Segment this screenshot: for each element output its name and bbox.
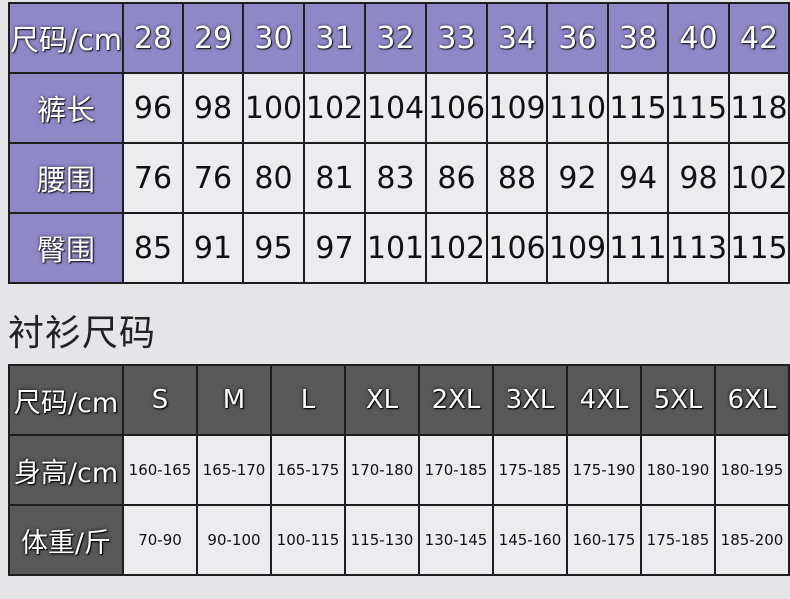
shirt-size-header: 2XL xyxy=(418,364,494,436)
shirt-size-header: XL xyxy=(344,364,420,436)
table-cell: 104 xyxy=(364,72,427,144)
table-cell: 165-175 xyxy=(270,434,346,506)
table-cell: 109 xyxy=(486,72,548,144)
pants-size-table: 尺码/cm 28 29 30 31 32 33 34 36 38 40 42 裤… xyxy=(8,2,790,284)
shirt-size-header: 5XL xyxy=(640,364,716,436)
table-cell: 98 xyxy=(182,72,244,144)
row-label-weight: 体重/斤 xyxy=(8,504,124,576)
table-cell: 145-160 xyxy=(492,504,568,576)
pants-row-length: 裤长 96 98 100 102 104 106 109 110 115 115… xyxy=(8,72,790,144)
table-cell: 109 xyxy=(546,212,609,284)
shirt-size-header: S xyxy=(122,364,198,436)
shirt-size-table: 尺码/cm S M L XL 2XL 3XL 4XL 5XL 6XL 身高/cm… xyxy=(8,364,790,576)
shirt-header-row: 尺码/cm S M L XL 2XL 3XL 4XL 5XL 6XL xyxy=(8,364,790,436)
table-cell: 102 xyxy=(728,142,790,214)
table-cell: 115 xyxy=(667,72,730,144)
table-cell: 115-130 xyxy=(344,504,420,576)
table-cell: 106 xyxy=(425,72,488,144)
pants-size-header: 29 xyxy=(182,2,244,74)
table-cell: 113 xyxy=(667,212,730,284)
table-cell: 118 xyxy=(728,72,790,144)
table-cell: 85 xyxy=(122,212,184,284)
table-cell: 91 xyxy=(182,212,244,284)
pants-header-row: 尺码/cm 28 29 30 31 32 33 34 36 38 40 42 xyxy=(8,2,790,74)
table-cell: 100 xyxy=(242,72,305,144)
table-cell: 76 xyxy=(182,142,244,214)
table-cell: 170-180 xyxy=(344,434,420,506)
table-cell: 90-100 xyxy=(196,504,272,576)
table-cell: 180-190 xyxy=(640,434,716,506)
shirt-row-weight: 体重/斤 70-90 90-100 100-115 115-130 130-14… xyxy=(8,504,790,576)
shirt-size-header: 6XL xyxy=(714,364,790,436)
pants-header-label: 尺码/cm xyxy=(8,2,124,74)
table-cell: 76 xyxy=(122,142,184,214)
table-cell: 81 xyxy=(303,142,366,214)
row-label-length: 裤长 xyxy=(8,72,124,144)
table-cell: 101 xyxy=(364,212,427,284)
table-cell: 110 xyxy=(546,72,609,144)
table-cell: 94 xyxy=(607,142,669,214)
shirt-header-label: 尺码/cm xyxy=(8,364,124,436)
table-cell: 185-200 xyxy=(714,504,790,576)
row-label-waist: 腰围 xyxy=(8,142,124,214)
pants-size-header: 33 xyxy=(425,2,488,74)
table-cell: 115 xyxy=(728,212,790,284)
table-cell: 170-185 xyxy=(418,434,494,506)
pants-size-header: 30 xyxy=(242,2,305,74)
table-cell: 88 xyxy=(486,142,548,214)
table-cell: 102 xyxy=(303,72,366,144)
table-cell: 175-185 xyxy=(640,504,716,576)
table-cell: 160-165 xyxy=(122,434,198,506)
shirt-size-header: 3XL xyxy=(492,364,568,436)
pants-row-hip: 臀围 85 91 95 97 101 102 106 109 111 113 1… xyxy=(8,212,790,284)
table-cell: 160-175 xyxy=(566,504,642,576)
pants-size-header: 32 xyxy=(364,2,427,74)
table-cell: 175-185 xyxy=(492,434,568,506)
pants-row-waist: 腰围 76 76 80 81 83 86 88 92 94 98 102 xyxy=(8,142,790,214)
shirt-row-height: 身高/cm 160-165 165-170 165-175 170-180 17… xyxy=(8,434,790,506)
table-cell: 106 xyxy=(486,212,548,284)
table-cell: 115 xyxy=(607,72,669,144)
pants-size-header: 40 xyxy=(667,2,730,74)
table-cell: 130-145 xyxy=(418,504,494,576)
table-cell: 111 xyxy=(607,212,669,284)
shirt-size-header: L xyxy=(270,364,346,436)
table-cell: 83 xyxy=(364,142,427,214)
table-cell: 96 xyxy=(122,72,184,144)
row-label-hip: 臀围 xyxy=(8,212,124,284)
row-label-height: 身高/cm xyxy=(8,434,124,506)
shirt-size-header: 4XL xyxy=(566,364,642,436)
pants-size-header: 34 xyxy=(486,2,548,74)
table-cell: 98 xyxy=(667,142,730,214)
table-cell: 92 xyxy=(546,142,609,214)
table-cell: 165-170 xyxy=(196,434,272,506)
table-cell: 80 xyxy=(242,142,305,214)
pants-size-header: 36 xyxy=(546,2,609,74)
table-cell: 95 xyxy=(242,212,305,284)
table-cell: 175-190 xyxy=(566,434,642,506)
table-cell: 100-115 xyxy=(270,504,346,576)
table-cell: 70-90 xyxy=(122,504,198,576)
pants-size-header: 28 xyxy=(122,2,184,74)
table-cell: 86 xyxy=(425,142,488,214)
shirt-size-header: M xyxy=(196,364,272,436)
table-cell: 180-195 xyxy=(714,434,790,506)
pants-size-header: 38 xyxy=(607,2,669,74)
table-cell: 97 xyxy=(303,212,366,284)
pants-size-header: 31 xyxy=(303,2,366,74)
table-cell: 102 xyxy=(425,212,488,284)
shirt-size-title: 衬衫尺码 xyxy=(8,313,157,354)
pants-size-header: 42 xyxy=(728,2,790,74)
